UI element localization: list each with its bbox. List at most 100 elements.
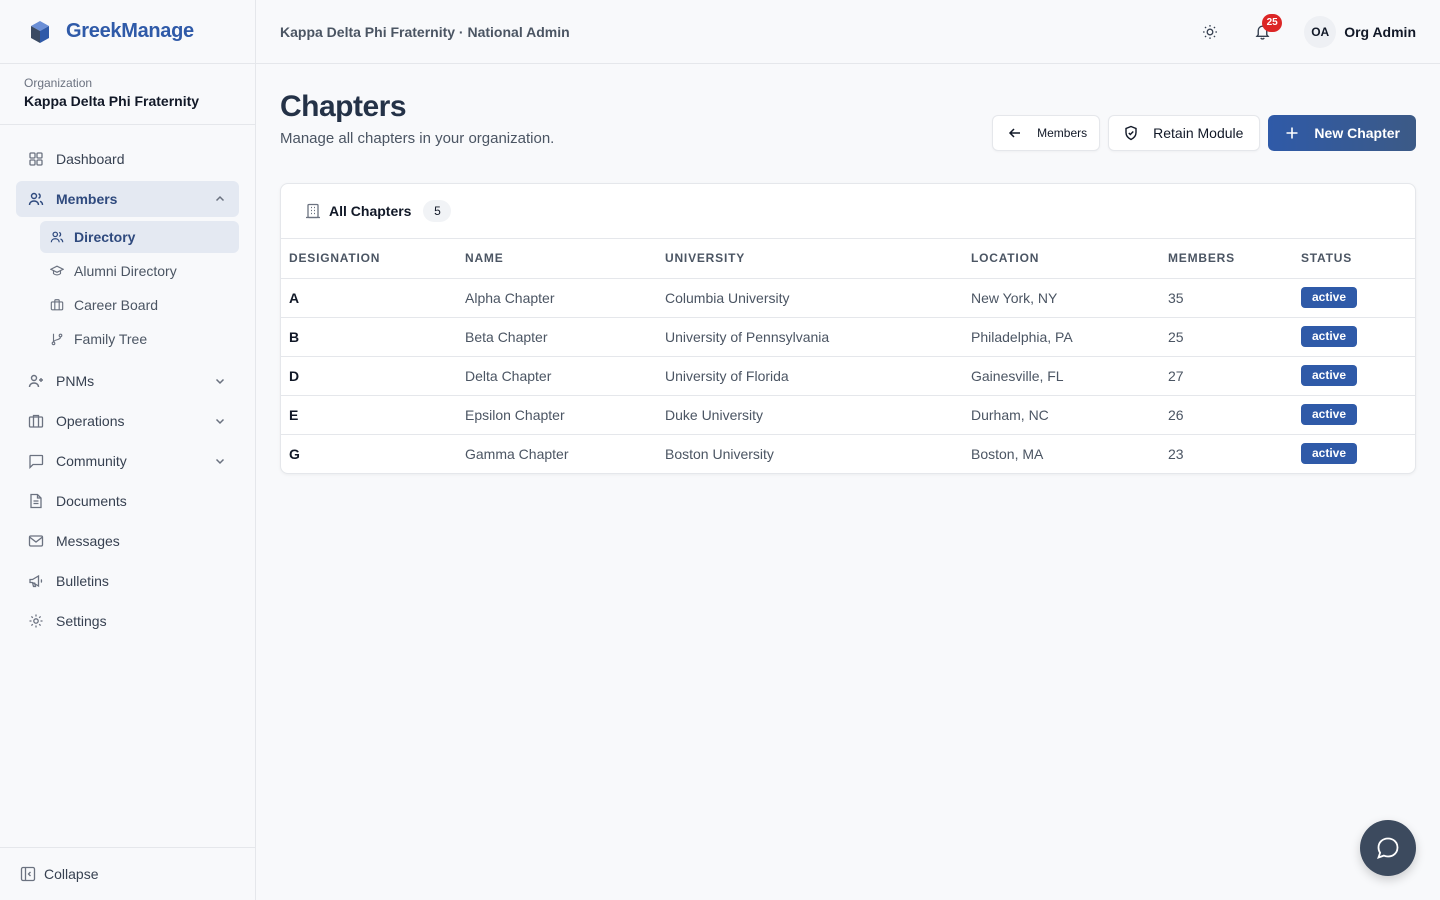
cube-logo-icon [31, 20, 49, 43]
retain-module-button[interactable]: Retain Module [1108, 115, 1261, 151]
sidebar-subitem-directory[interactable]: Directory [40, 221, 239, 253]
sidebar-item-bulletins[interactable]: Bulletins [16, 563, 239, 599]
cell-status: active [1293, 434, 1415, 473]
cell-members: 25 [1160, 317, 1293, 357]
briefcase-icon [50, 299, 64, 311]
page-actions: Members Retain Module New Chapter [992, 115, 1416, 151]
column-header-university[interactable]: UNIVERSITY [657, 239, 963, 279]
org-name: Kappa Delta Phi Fraternity [24, 93, 200, 109]
notifications-button[interactable]: 25 [1246, 13, 1283, 48]
table-row[interactable]: E Epsilon Chapter Duke University Durham… [281, 395, 1415, 435]
cell-members: 26 [1160, 395, 1293, 435]
sidebar-item-operations[interactable]: Operations [16, 403, 239, 439]
table-row[interactable]: G Gamma Chapter Boston University Boston… [281, 434, 1415, 473]
sidebar-subitem-career-board[interactable]: Career Board [40, 289, 239, 321]
table-header-row: DESIGNATION NAME UNIVERSITY LOCATION MEM… [281, 239, 1415, 279]
user-name: Org Admin [1344, 23, 1416, 40]
org-selector[interactable]: Organization Kappa Delta Phi Fraternity [0, 64, 255, 125]
new-chapter-label: New Chapter [1314, 125, 1400, 141]
building-icon [306, 203, 320, 219]
brand[interactable]: GreekManage [0, 0, 255, 64]
cell-location: New York, NY [963, 278, 1160, 318]
sidebar-item-pnms[interactable]: PNMs [16, 363, 239, 399]
sidebar-item-members[interactable]: Members [16, 181, 239, 217]
sidebar-item-label: Dashboard [56, 151, 125, 167]
sidebar-item-label: Bulletins [56, 573, 109, 589]
cell-university: Duke University [657, 395, 963, 435]
sidebar-item-label: Members [56, 191, 118, 207]
users-icon [28, 192, 44, 206]
building-icon [28, 414, 44, 428]
table-row[interactable]: D Delta Chapter University of Florida Ga… [281, 356, 1415, 396]
theme-toggle-button[interactable] [1194, 16, 1226, 48]
cell-university: University of Florida [657, 356, 963, 396]
plus-icon [1286, 127, 1298, 139]
sidebar-subitem-alumni-directory[interactable]: Alumni Directory [40, 255, 239, 287]
cell-name: Beta Chapter [457, 317, 657, 357]
sidebar-subitem-label: Directory [74, 229, 136, 245]
sidebar-subitem-family-tree[interactable]: Family Tree [40, 323, 239, 355]
column-header-members[interactable]: MEMBERS [1160, 239, 1293, 279]
cell-name: Delta Chapter [457, 356, 657, 396]
sidebar-subitem-label: Career Board [74, 297, 159, 313]
sidebar-item-dashboard[interactable]: Dashboard [16, 141, 239, 177]
status-badge: active [1301, 326, 1358, 347]
graduation-cap-icon [50, 265, 64, 276]
arrow-left-icon [1009, 128, 1021, 138]
sidebar: GreekManage Organization Kappa Delta Phi… [0, 0, 256, 900]
status-badge: active [1301, 365, 1358, 386]
org-label: Organization [24, 76, 93, 90]
cell-university: Boston University [665, 445, 774, 462]
chevron-down-icon [215, 418, 225, 425]
sidebar-item-community[interactable]: Community [16, 443, 239, 479]
status-badge: active [1301, 443, 1358, 465]
cell-location: Gainesville, FL [963, 356, 1160, 396]
chevron-down-icon [215, 458, 225, 465]
column-header-name[interactable]: NAME [457, 239, 657, 279]
sun-icon [1203, 24, 1218, 39]
collapse-label: Collapse [44, 866, 99, 882]
user-menu[interactable]: OA Org Admin [1304, 15, 1416, 48]
cell-members: 23 [1168, 445, 1184, 462]
sidebar-item-settings[interactable]: Settings [16, 603, 239, 639]
gear-icon [29, 614, 43, 628]
chevron-down-icon [215, 378, 225, 385]
chevron-up-icon [215, 195, 225, 202]
top-bar: Kappa Delta Phi Fraternity · National Ad… [256, 0, 1440, 64]
cell-status: active [1293, 356, 1415, 396]
cell-designation: E [281, 395, 457, 435]
card-header: All Chapters 5 [281, 184, 1415, 239]
sidebar-item-label: Community [56, 453, 127, 469]
cell-status: active [1293, 278, 1415, 318]
cell-university: Columbia University [657, 278, 963, 318]
chat-bubble-icon [1377, 837, 1399, 859]
column-header-status[interactable]: STATUS [1293, 239, 1415, 279]
column-header-location[interactable]: LOCATION [963, 239, 1160, 279]
cell-designation: B [281, 317, 457, 357]
sidebar-item-label: Documents [56, 493, 127, 509]
cell-status: active [1293, 395, 1415, 435]
table-row[interactable]: B Beta Chapter University of Pennsylvani… [281, 317, 1415, 357]
table-row[interactable]: A Alpha Chapter Columbia University New … [281, 278, 1415, 318]
collapse-sidebar-button[interactable]: Collapse [0, 847, 255, 900]
cell-location: Philadelphia, PA [963, 317, 1160, 357]
page-title: Chapters [280, 90, 407, 123]
retain-button-label: Retain Module [1153, 125, 1244, 141]
cell-members: 27 [1160, 356, 1293, 396]
cell-designation: A [281, 278, 457, 318]
new-chapter-button[interactable]: New Chapter [1268, 115, 1416, 151]
back-to-members-button[interactable]: Members [992, 115, 1101, 151]
card-title: All Chapters [329, 203, 412, 219]
brand-name: GreekManage [66, 20, 194, 42]
chapter-count-badge: 5 [423, 200, 452, 222]
sidebar-item-documents[interactable]: Documents [16, 483, 239, 519]
cell-university: University of Pennsylvania [657, 317, 963, 357]
chat-launcher-button[interactable] [1360, 820, 1416, 876]
sidebar-item-messages[interactable]: Messages [16, 523, 239, 559]
chapters-table: DESIGNATION NAME UNIVERSITY LOCATION MEM… [281, 239, 1415, 473]
sidebar-nav: Dashboard Members Directory Alumni Direc… [0, 125, 255, 659]
git-branch-icon [51, 333, 63, 346]
users-icon [50, 231, 64, 243]
org-context-title: Kappa Delta Phi Fraternity · National Ad… [280, 23, 570, 40]
column-header-designation[interactable]: DESIGNATION [281, 239, 457, 279]
